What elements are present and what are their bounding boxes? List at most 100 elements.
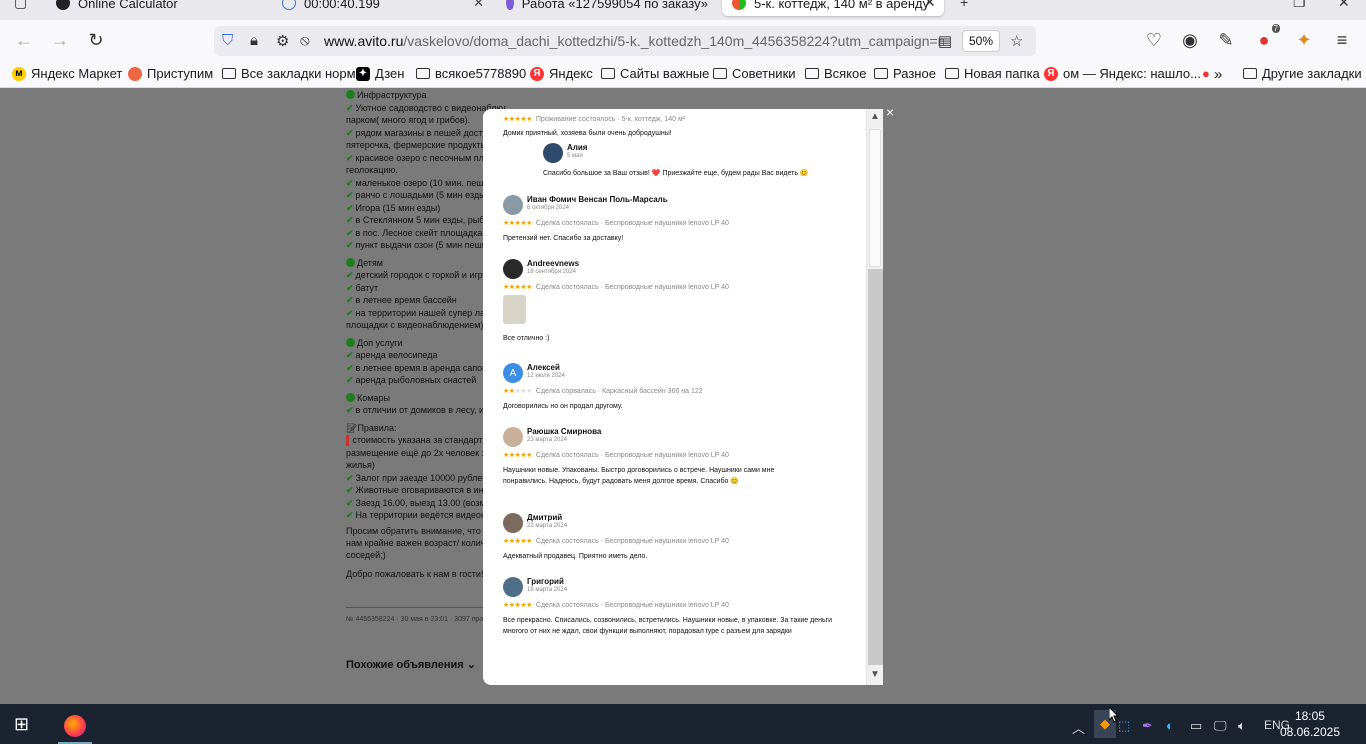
tab-online-calculator[interactable]: Online Calculator (46, 0, 271, 16)
scrollbar-track[interactable] (868, 269, 883, 665)
green-dot-icon (346, 257, 355, 267)
bookmark-yandex-market[interactable]: м Яндекс Маркет (12, 66, 122, 81)
avatar (503, 195, 523, 215)
listing-line: ✔ в летнее время бассейн (346, 295, 457, 305)
close-tab-icon[interactable]: ✕ (924, 0, 936, 11)
pocket-icon[interactable]: ♡ (1142, 28, 1166, 52)
account-icon[interactable]: ◉ (1178, 28, 1202, 52)
listing-line: ✔Уютное садоводство с видеонаблюдением, … (346, 102, 506, 113)
bookmark-label: Приступим (147, 66, 214, 81)
bookmark-saity-vazhnye[interactable]: Сайты важные (601, 66, 709, 81)
tab-list-icon[interactable]: ▢ (14, 0, 27, 11)
bookmark-vsyakoe5778890[interactable]: всякое5778890 (416, 66, 526, 81)
review-author: Раюшка Смирнова (527, 427, 602, 436)
back-icon[interactable]: ← (12, 28, 36, 52)
bookmark-other[interactable]: Другие закладки (1243, 66, 1362, 81)
lock-icon[interactable]: 🔒︎ (250, 32, 258, 49)
scroll-down-icon[interactable]: ▼ (870, 669, 880, 680)
shield-icon[interactable]: ⛉ (222, 32, 233, 49)
review-photo[interactable] (503, 295, 526, 324)
calculator-favicon-icon (56, 0, 70, 10)
listing-line: ✔ в отличии от домиков в лесу, их н (346, 405, 496, 415)
edge-icon[interactable]: ◐ (1166, 718, 1174, 733)
tab-avito-listing[interactable]: 5-к. коттедж, 140 м² в аренду (722, 0, 944, 16)
check-icon: ✔ (346, 227, 354, 238)
address-bar[interactable]: ⛉ 🔒︎ ⚙ ⦸ www.avito.ru/vaskelovo/doma_dac… (214, 26, 1036, 56)
url-text[interactable]: www.avito.ru/vaskelovo/doma_dachi_kotted… (324, 33, 944, 49)
review-tag: Сделка состоялась · Беспроводные наушник… (535, 601, 729, 609)
review-date: 18 сентября 2024 (527, 269, 576, 275)
close-window-icon[interactable]: ✕ (1338, 0, 1350, 11)
review-date: 23 марта 2024 (527, 437, 568, 443)
screenshot-tool-icon[interactable]: ⬚ (1118, 718, 1130, 734)
menu-icon[interactable]: ≡ (1330, 28, 1354, 52)
check-icon: ✔ (346, 127, 354, 138)
check-icon: ✔ (346, 215, 354, 225)
review-author: Дмитрий (527, 513, 563, 522)
network-icon[interactable]: 🖵︎ (1214, 718, 1227, 734)
bookmark-vse-zakladki[interactable]: Все закладки норм (222, 66, 356, 81)
bookmark-label: Сайты важные (620, 66, 710, 81)
check-icon: ✔ (346, 497, 354, 508)
windows-start-icon[interactable]: ⊞ (14, 714, 29, 735)
listing-line: площадки с видеонаблюдением) (346, 320, 484, 330)
tracking-icon[interactable]: ⦸ (300, 32, 310, 49)
tab-timer[interactable]: 00:00:40.199 ✕ (272, 0, 494, 16)
tab-work-order[interactable]: Работа «127599054 по заказу» (496, 0, 718, 16)
extensions-icon[interactable]: ✎ (1214, 28, 1238, 52)
bookmark-pristupim[interactable]: Приступим (128, 66, 213, 81)
market-icon: м (12, 66, 26, 81)
bookmark-vsyakoe[interactable]: Всякое (805, 66, 867, 81)
avatar (503, 427, 523, 447)
rating-stars: ★★★★★ (503, 116, 532, 123)
volume-icon[interactable]: 🔈︎ (1238, 718, 1246, 734)
modal-scrollbar[interactable]: ▲ ▼ (866, 109, 883, 685)
bookmark-novaya-papka[interactable]: Новая папка (945, 66, 1040, 81)
listing-line: ✔ Животные оговариваются в инди (346, 485, 494, 495)
battery-icon[interactable]: ▭ (1190, 718, 1202, 734)
bookmark-raznoe[interactable]: Разное (874, 66, 936, 81)
forward-icon[interactable]: → (48, 28, 72, 52)
listing-line: ✔ Игора (15 мин езды) (346, 202, 441, 213)
bookmark-label: Яндекс Маркет (31, 66, 123, 81)
check-icon: ✔ (346, 270, 354, 280)
check-icon: ✔ (346, 240, 354, 250)
scrollbar-thumb[interactable] (869, 129, 881, 267)
zoom-level-button[interactable]: 50% (962, 30, 1000, 52)
listing-meta: № 4456358224 · 30 мая в 23:01 · 3097 про… (346, 616, 484, 623)
more-bookmarks-chevron-icon[interactable]: » (1214, 66, 1222, 83)
check-icon: ✔ (346, 295, 354, 305)
tab-label: Работа «127599054 по заказу» (521, 0, 708, 11)
reload-icon[interactable]: ↻ (84, 28, 108, 52)
green-dot-icon (346, 90, 355, 99)
listing-line: ✔ красивое озеро с песочным пляж (346, 152, 495, 163)
restore-window-icon[interactable]: ❐ (1293, 0, 1306, 11)
extension-badge-icon[interactable]: ● 7 (1252, 24, 1280, 52)
bookmark-dzen[interactable]: ✦ Дзен (356, 66, 404, 81)
close-tab-icon[interactable]: ✕ (473, 0, 484, 11)
chevron-down-icon: ⌄ (466, 659, 476, 671)
similar-listings-heading[interactable]: Похожие объявления ⌄ (346, 658, 476, 671)
bookmark-star-icon[interactable]: ☆ (1010, 32, 1023, 50)
review-text: Адекватный продавец. Приятно иметь дело. (503, 553, 648, 560)
bookmark-yandex-search[interactable]: Яом — Яндекс: нашло... (1044, 66, 1201, 81)
green-dot-icon (346, 337, 355, 347)
zoom-level: 50% (968, 34, 994, 48)
review-item: Дмитрий 22 марта 2024 ★★★★★ Сделка состоял… (503, 513, 848, 562)
scroll-up-icon[interactable]: ▲ (870, 111, 880, 122)
clock[interactable]: 18:05 08.06.2025 (1280, 708, 1340, 740)
check-icon: ✔ (346, 350, 354, 360)
bookmark-yandex[interactable]: Я Яндекс (530, 66, 593, 81)
firefox-taskbar-icon[interactable] (58, 710, 92, 744)
check-icon: ✔ (346, 375, 354, 385)
listing-line: ✔ аренда рыболовных снастей (346, 375, 477, 385)
puzzle-extension-icon[interactable]: ✦ (1292, 28, 1316, 52)
tab-label: 5-к. коттедж, 140 м² в аренду (754, 0, 930, 11)
tray-expand-icon[interactable]: ︿ (1072, 718, 1085, 737)
close-modal-icon[interactable]: × (886, 104, 894, 120)
permissions-icon[interactable]: ⚙ (276, 32, 289, 50)
reader-view-icon[interactable]: ▤ (938, 32, 952, 50)
new-tab-icon[interactable]: + (960, 0, 968, 10)
bookmark-sovetniki[interactable]: Советники (713, 66, 796, 81)
pen-tool-icon[interactable]: ✒ (1142, 718, 1153, 734)
